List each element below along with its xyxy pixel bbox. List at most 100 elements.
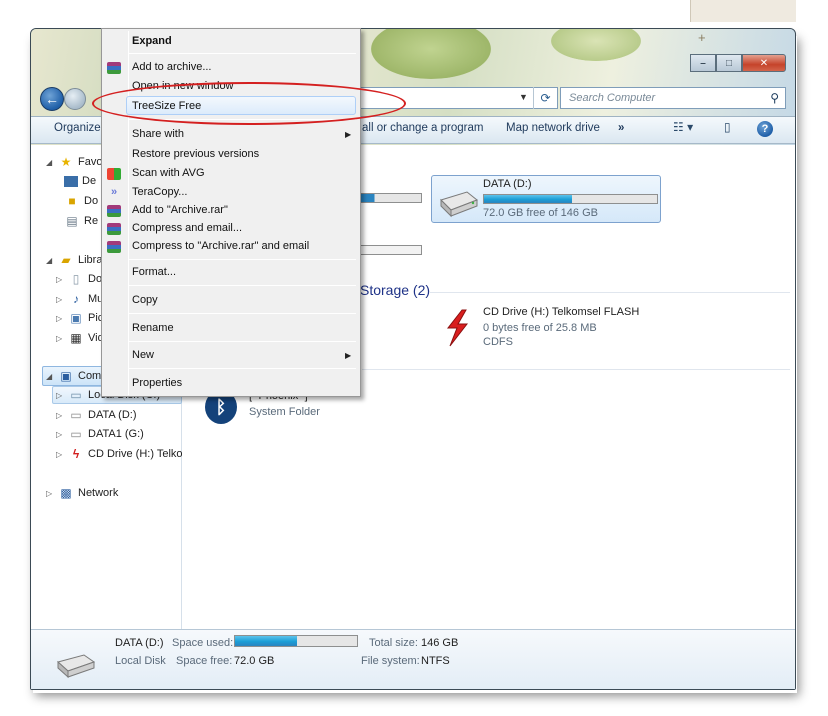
expand-icon[interactable]: ▷ xyxy=(46,489,54,498)
search-input[interactable]: Search Computer ⚲ xyxy=(560,87,786,109)
leaf-image xyxy=(371,29,491,79)
menu-item-add-to-archive[interactable]: Add to archive... xyxy=(132,61,212,73)
menu-item-rename[interactable]: Rename xyxy=(132,322,174,334)
menu-separator xyxy=(128,53,356,54)
drive-d-free-text: 72.0 GB free of 146 GB xyxy=(483,207,598,219)
cd-drive-name: CD Drive (H:) Telkomsel FLASH xyxy=(483,306,640,318)
nav-lib-documents[interactable]: ▷ ▯ Do xyxy=(56,272,102,286)
avg-icon xyxy=(107,168,121,180)
menu-separator xyxy=(128,341,356,342)
documents-icon: ▯ xyxy=(72,272,80,286)
forward-button[interactable] xyxy=(64,88,86,110)
nav-computer[interactable]: ◢ ▣ Com xyxy=(46,369,101,383)
details-total-label: Total size: xyxy=(369,637,418,649)
nav-fav-desktop[interactable]: De xyxy=(64,175,96,187)
menu-item-properties[interactable]: Properties xyxy=(132,377,182,389)
details-space-free-label: Space free: xyxy=(176,655,233,667)
plus-icon[interactable]: + xyxy=(698,30,706,45)
nav-label: Network xyxy=(78,487,119,499)
computer-icon: ▣ xyxy=(60,369,72,383)
telkomsel-flash-icon: ϟ xyxy=(72,447,80,461)
details-space-free-value: 72.0 GB xyxy=(234,655,275,667)
nav-data1-g[interactable]: ▷ ▭ DATA1 (G:) xyxy=(56,427,144,441)
nav-label: Favo xyxy=(78,156,103,168)
menu-item-copy[interactable]: Copy xyxy=(132,294,158,306)
maximize-button[interactable]: □ xyxy=(716,54,742,72)
music-icon: ♪ xyxy=(73,292,79,306)
bluetooth-device-type: System Folder xyxy=(249,406,320,418)
back-button[interactable]: ← xyxy=(40,87,64,111)
menu-item-new[interactable]: New xyxy=(132,349,154,361)
nav-cd-drive-h[interactable]: ▷ ϟ CD Drive (H:) Telkor xyxy=(56,447,186,461)
details-usage-bar xyxy=(234,635,358,647)
nav-libraries[interactable]: ◢ ▰ Libra xyxy=(46,253,102,267)
close-button[interactable]: ✕ xyxy=(742,54,786,72)
nav-data-d[interactable]: ▷ ▭ DATA (D:) xyxy=(56,408,136,422)
search-placeholder: Search Computer xyxy=(569,92,656,104)
collapse-icon[interactable]: ◢ xyxy=(46,372,54,381)
expand-icon[interactable]: ▷ xyxy=(56,430,64,439)
expand-icon[interactable]: ▷ xyxy=(56,314,64,323)
network-icon: ▩ xyxy=(60,486,72,500)
drive-d-usage-fill xyxy=(484,195,573,203)
nav-label: DATA1 (G:) xyxy=(88,428,144,440)
recent-places-icon: ▤ xyxy=(66,214,78,228)
menu-item-scan-avg[interactable]: Scan with AVG xyxy=(132,167,205,179)
details-total-value: 146 GB xyxy=(421,637,459,649)
menu-item-compress-email[interactable]: Compress and email... xyxy=(132,222,242,234)
map-network-drive-button[interactable]: Map network drive xyxy=(506,122,600,134)
expand-icon[interactable]: ▷ xyxy=(56,334,64,343)
nav-fav-downloads[interactable]: ■ Do xyxy=(64,194,98,208)
group-divider xyxy=(362,369,790,370)
refresh-icon[interactable]: ⟳ xyxy=(533,87,557,109)
expand-icon[interactable]: ▷ xyxy=(56,391,64,400)
view-options-icon[interactable]: ☷ ▾ xyxy=(673,120,693,134)
menu-separator xyxy=(128,285,356,286)
drive-c-usage-bar xyxy=(358,193,422,203)
expand-icon[interactable]: ▷ xyxy=(56,411,64,420)
submenu-arrow-icon: ▶ xyxy=(345,130,352,139)
videos-icon: ▦ xyxy=(70,331,82,345)
menu-item-format[interactable]: Format... xyxy=(132,266,176,278)
menu-item-teracopy[interactable]: TeraCopy... xyxy=(132,186,187,198)
hard-drive-icon: ▭ xyxy=(70,427,82,441)
details-fs-label: File system: xyxy=(361,655,420,667)
cd-drive-filesystem: CDFS xyxy=(483,336,513,348)
search-icon[interactable]: ⚲ xyxy=(770,91,779,105)
desktop-icon xyxy=(64,175,78,187)
nav-label: DATA (D:) xyxy=(88,409,137,421)
nav-label: Com xyxy=(78,370,102,382)
organize-button[interactable]: Organize xyxy=(54,122,101,134)
preview-pane-icon[interactable]: ▯ xyxy=(724,120,731,134)
nav-favorites[interactable]: ◢ ★ Favo xyxy=(46,155,102,169)
collapse-icon[interactable]: ◢ xyxy=(46,256,54,265)
expand-icon[interactable]: ▷ xyxy=(56,295,64,304)
menu-item-compress-rar-email[interactable]: Compress to "Archive.rar" and email xyxy=(132,240,309,252)
winrar-icon xyxy=(107,205,121,217)
windows-drive-icon: ▭ xyxy=(70,388,82,402)
expand-icon[interactable]: ▷ xyxy=(56,450,64,459)
winrar-icon xyxy=(107,223,121,235)
menu-item-share-with[interactable]: Share with xyxy=(132,128,184,140)
help-icon[interactable]: ? xyxy=(757,121,773,137)
collapse-icon[interactable]: ◢ xyxy=(46,158,54,167)
nav-lib-music[interactable]: ▷ ♪ Mu xyxy=(56,292,103,306)
expand-icon[interactable]: ▷ xyxy=(56,275,64,284)
address-dropdown-icon[interactable]: ▼ xyxy=(519,92,528,102)
nav-fav-recent[interactable]: ▤ Re xyxy=(64,214,98,228)
nav-lib-videos[interactable]: ▷ ▦ Vid xyxy=(56,331,104,345)
winrar-icon xyxy=(107,241,121,253)
menu-item-expand[interactable]: Expand xyxy=(132,35,172,47)
nav-network[interactable]: ▷ ▩ Network xyxy=(46,486,118,500)
minimize-button[interactable]: – xyxy=(690,54,716,72)
more-commands-button[interactable]: » xyxy=(618,122,624,134)
menu-separator xyxy=(128,259,356,260)
hard-drive-icon xyxy=(56,654,96,679)
uninstall-program-button[interactable]: all or change a program xyxy=(362,122,483,134)
details-name: DATA (D:) xyxy=(115,637,164,649)
cd-drive-free-text: 0 bytes free of 25.8 MB xyxy=(483,322,597,334)
menu-item-restore-previous[interactable]: Restore previous versions xyxy=(132,148,259,160)
nav-label: CD Drive (H:) Telkor xyxy=(88,448,187,460)
nav-lib-pictures[interactable]: ▷ ▣ Pic xyxy=(56,311,103,325)
menu-item-add-archive-rar[interactable]: Add to "Archive.rar" xyxy=(132,204,228,216)
